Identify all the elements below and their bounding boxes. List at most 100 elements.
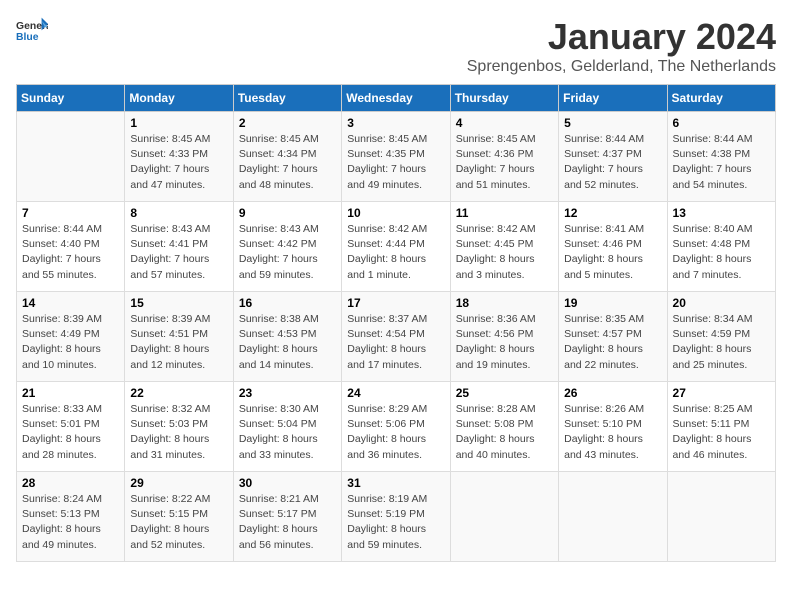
day-detail: Sunrise: 8:42 AM Sunset: 4:44 PM Dayligh… — [347, 222, 444, 283]
day-detail: Sunrise: 8:39 AM Sunset: 4:49 PM Dayligh… — [22, 312, 119, 373]
calendar-cell: 18 Sunrise: 8:36 AM Sunset: 4:56 PM Dayli… — [450, 292, 558, 382]
day-number: 16 — [239, 296, 336, 310]
day-detail: Sunrise: 8:45 AM Sunset: 4:34 PM Dayligh… — [239, 132, 336, 193]
day-number: 21 — [22, 386, 119, 400]
logo-icon: General Blue — [16, 16, 48, 44]
calendar-cell: 27 Sunrise: 8:25 AM Sunset: 5:11 PM Dayli… — [667, 382, 775, 472]
day-detail: Sunrise: 8:41 AM Sunset: 4:46 PM Dayligh… — [564, 222, 661, 283]
day-detail: Sunrise: 8:45 AM Sunset: 4:33 PM Dayligh… — [130, 132, 227, 193]
calendar-cell: 5 Sunrise: 8:44 AM Sunset: 4:37 PM Daylig… — [559, 112, 667, 202]
calendar-cell: 25 Sunrise: 8:28 AM Sunset: 5:08 PM Dayli… — [450, 382, 558, 472]
day-detail: Sunrise: 8:30 AM Sunset: 5:04 PM Dayligh… — [239, 402, 336, 463]
day-number: 3 — [347, 116, 444, 130]
day-number: 11 — [456, 206, 553, 220]
day-number: 9 — [239, 206, 336, 220]
day-detail: Sunrise: 8:25 AM Sunset: 5:11 PM Dayligh… — [673, 402, 770, 463]
calendar-cell: 13 Sunrise: 8:40 AM Sunset: 4:48 PM Dayli… — [667, 202, 775, 292]
day-number: 12 — [564, 206, 661, 220]
day-detail: Sunrise: 8:34 AM Sunset: 4:59 PM Dayligh… — [673, 312, 770, 373]
calendar-cell: 17 Sunrise: 8:37 AM Sunset: 4:54 PM Dayli… — [342, 292, 450, 382]
day-number: 4 — [456, 116, 553, 130]
page-header: General Blue January 2024 Sprengenbos, G… — [16, 16, 776, 76]
day-detail: Sunrise: 8:32 AM Sunset: 5:03 PM Dayligh… — [130, 402, 227, 463]
calendar-cell: 9 Sunrise: 8:43 AM Sunset: 4:42 PM Daylig… — [233, 202, 341, 292]
day-detail: Sunrise: 8:45 AM Sunset: 4:36 PM Dayligh… — [456, 132, 553, 193]
weekday-header-row: SundayMondayTuesdayWednesdayThursdayFrid… — [17, 85, 776, 112]
day-detail: Sunrise: 8:19 AM Sunset: 5:19 PM Dayligh… — [347, 492, 444, 553]
day-number: 8 — [130, 206, 227, 220]
calendar-cell: 4 Sunrise: 8:45 AM Sunset: 4:36 PM Daylig… — [450, 112, 558, 202]
day-detail: Sunrise: 8:40 AM Sunset: 4:48 PM Dayligh… — [673, 222, 770, 283]
calendar-cell: 12 Sunrise: 8:41 AM Sunset: 4:46 PM Dayli… — [559, 202, 667, 292]
calendar-cell: 24Sunrise: 8:29 AM Sunset: 5:06 PM Dayli… — [342, 382, 450, 472]
calendar-cell: 15Sunrise: 8:39 AM Sunset: 4:51 PM Dayli… — [125, 292, 233, 382]
calendar-cell — [450, 472, 558, 562]
day-number: 15 — [130, 296, 227, 310]
day-detail: Sunrise: 8:37 AM Sunset: 4:54 PM Dayligh… — [347, 312, 444, 373]
day-number: 20 — [673, 296, 770, 310]
day-detail: Sunrise: 8:44 AM Sunset: 4:40 PM Dayligh… — [22, 222, 119, 283]
week-row-5: 28Sunrise: 8:24 AM Sunset: 5:13 PM Dayli… — [17, 472, 776, 562]
day-number: 29 — [130, 476, 227, 490]
day-detail: Sunrise: 8:43 AM Sunset: 4:42 PM Dayligh… — [239, 222, 336, 283]
logo: General Blue — [16, 16, 48, 44]
day-number: 5 — [564, 116, 661, 130]
calendar-cell: 10Sunrise: 8:42 AM Sunset: 4:44 PM Dayli… — [342, 202, 450, 292]
day-number: 1 — [130, 116, 227, 130]
calendar-cell: 31 Sunrise: 8:19 AM Sunset: 5:19 PM Dayli… — [342, 472, 450, 562]
calendar-cell: 1 Sunrise: 8:45 AM Sunset: 4:33 PM Daylig… — [125, 112, 233, 202]
calendar-cell: 26Sunrise: 8:26 AM Sunset: 5:10 PM Dayli… — [559, 382, 667, 472]
day-detail: Sunrise: 8:26 AM Sunset: 5:10 PM Dayligh… — [564, 402, 661, 463]
weekday-header-friday: Friday — [559, 85, 667, 112]
day-detail: Sunrise: 8:44 AM Sunset: 4:38 PM Dayligh… — [673, 132, 770, 193]
calendar-cell: 6 Sunrise: 8:44 AM Sunset: 4:38 PM Daylig… — [667, 112, 775, 202]
calendar-cell: 3Sunrise: 8:45 AM Sunset: 4:35 PM Daylig… — [342, 112, 450, 202]
calendar-cell: 16 Sunrise: 8:38 AM Sunset: 4:53 PM Dayli… — [233, 292, 341, 382]
calendar-table: SundayMondayTuesdayWednesdayThursdayFrid… — [16, 84, 776, 562]
calendar-cell: 23 Sunrise: 8:30 AM Sunset: 5:04 PM Dayli… — [233, 382, 341, 472]
day-number: 13 — [673, 206, 770, 220]
calendar-cell: 28Sunrise: 8:24 AM Sunset: 5:13 PM Dayli… — [17, 472, 125, 562]
weekday-header-tuesday: Tuesday — [233, 85, 341, 112]
day-number: 19 — [564, 296, 661, 310]
day-number: 22 — [130, 386, 227, 400]
day-number: 6 — [673, 116, 770, 130]
day-detail: Sunrise: 8:43 AM Sunset: 4:41 PM Dayligh… — [130, 222, 227, 283]
calendar-cell: 2Sunrise: 8:45 AM Sunset: 4:34 PM Daylig… — [233, 112, 341, 202]
day-detail: Sunrise: 8:35 AM Sunset: 4:57 PM Dayligh… — [564, 312, 661, 373]
weekday-header-saturday: Saturday — [667, 85, 775, 112]
weekday-header-monday: Monday — [125, 85, 233, 112]
day-number: 25 — [456, 386, 553, 400]
calendar-cell: 11 Sunrise: 8:42 AM Sunset: 4:45 PM Dayli… — [450, 202, 558, 292]
weekday-header-wednesday: Wednesday — [342, 85, 450, 112]
day-number: 30 — [239, 476, 336, 490]
calendar-cell — [667, 472, 775, 562]
day-detail: Sunrise: 8:38 AM Sunset: 4:53 PM Dayligh… — [239, 312, 336, 373]
weekday-header-sunday: Sunday — [17, 85, 125, 112]
weekday-header-thursday: Thursday — [450, 85, 558, 112]
day-number: 23 — [239, 386, 336, 400]
week-row-4: 21Sunrise: 8:33 AM Sunset: 5:01 PM Dayli… — [17, 382, 776, 472]
calendar-cell: 20 Sunrise: 8:34 AM Sunset: 4:59 PM Dayli… — [667, 292, 775, 382]
calendar-cell: 22 Sunrise: 8:32 AM Sunset: 5:03 PM Dayli… — [125, 382, 233, 472]
day-detail: Sunrise: 8:36 AM Sunset: 4:56 PM Dayligh… — [456, 312, 553, 373]
day-number: 18 — [456, 296, 553, 310]
calendar-cell — [17, 112, 125, 202]
day-number: 31 — [347, 476, 444, 490]
day-detail: Sunrise: 8:42 AM Sunset: 4:45 PM Dayligh… — [456, 222, 553, 283]
day-detail: Sunrise: 8:24 AM Sunset: 5:13 PM Dayligh… — [22, 492, 119, 553]
week-row-2: 7Sunrise: 8:44 AM Sunset: 4:40 PM Daylig… — [17, 202, 776, 292]
day-detail: Sunrise: 8:44 AM Sunset: 4:37 PM Dayligh… — [564, 132, 661, 193]
day-number: 27 — [673, 386, 770, 400]
day-detail: Sunrise: 8:28 AM Sunset: 5:08 PM Dayligh… — [456, 402, 553, 463]
week-row-3: 14 Sunrise: 8:39 AM Sunset: 4:49 PM Dayli… — [17, 292, 776, 382]
calendar-cell — [559, 472, 667, 562]
day-number: 14 — [22, 296, 119, 310]
svg-text:Blue: Blue — [16, 32, 39, 43]
day-number: 17 — [347, 296, 444, 310]
title-block: January 2024 Sprengenbos, Gelderland, Th… — [467, 16, 776, 76]
calendar-cell: 21Sunrise: 8:33 AM Sunset: 5:01 PM Dayli… — [17, 382, 125, 472]
calendar-cell: 8 Sunrise: 8:43 AM Sunset: 4:41 PM Daylig… — [125, 202, 233, 292]
calendar-cell: 7Sunrise: 8:44 AM Sunset: 4:40 PM Daylig… — [17, 202, 125, 292]
calendar-cell: 19 Sunrise: 8:35 AM Sunset: 4:57 PM Dayli… — [559, 292, 667, 382]
